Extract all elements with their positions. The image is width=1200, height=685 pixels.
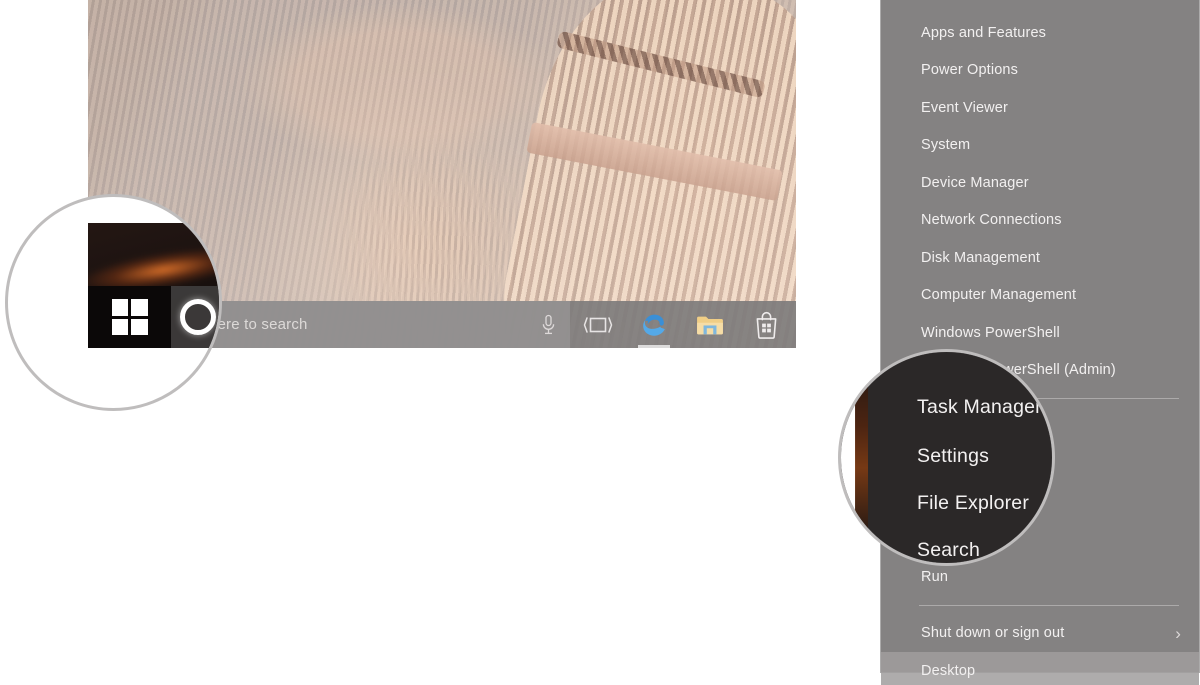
magnified-left-gutter	[841, 352, 856, 563]
microphone-icon	[542, 314, 554, 334]
magnified-menu-item-task-manager[interactable]: Task Manager	[917, 396, 1042, 419]
microphone-button[interactable]	[526, 301, 570, 348]
menu-item-label: Apps and Features	[921, 24, 1047, 41]
magnified-menu-item-search[interactable]: Search	[917, 539, 980, 562]
menu-item-power-options[interactable]: Power Options	[881, 52, 1199, 90]
chevron-right-icon: ›	[1175, 623, 1181, 643]
menu-items-magnifier: Task Manager Settings File Explorer Sear…	[838, 349, 1055, 566]
magnified-menu-item-file-explorer[interactable]: File Explorer	[917, 492, 1029, 515]
menu-item-event-viewer[interactable]: Event Viewer	[881, 89, 1199, 127]
store-bag-icon	[756, 311, 776, 339]
menu-item-label: Disk Management	[921, 249, 1041, 266]
magnified-taskbar-crop	[88, 223, 219, 348]
menu-item-label: Event Viewer	[921, 99, 1008, 116]
menu-item-system[interactable]: System	[881, 127, 1199, 165]
menu-item-label: System	[921, 137, 971, 154]
menu-item-apps-and-features[interactable]: Apps and Features	[881, 14, 1199, 52]
start-context-menu: Apps and Features Power Options Event Vi…	[880, 0, 1200, 685]
start-button-magnifier	[5, 194, 222, 411]
magnified-wallpaper-strip	[855, 352, 868, 563]
magnified-cortana-button[interactable]	[171, 286, 219, 348]
microsoft-store-button[interactable]	[738, 301, 794, 348]
magnified-menu-item-settings[interactable]: Settings	[917, 445, 989, 468]
menu-item-label: Shut down or sign out	[921, 625, 1065, 642]
menu-item-device-manager[interactable]: Device Manager	[881, 164, 1199, 202]
file-explorer-button[interactable]	[682, 301, 738, 348]
menu-item-label: Network Connections	[921, 212, 1062, 229]
cortana-circle-icon	[180, 299, 216, 335]
folder-icon	[697, 316, 723, 334]
menu-item-label: Power Options	[921, 62, 1019, 79]
menu-separator-bottom	[919, 604, 1179, 606]
search-input[interactable]: e here to search	[180, 301, 526, 348]
edge-icon	[643, 314, 665, 336]
menu-item-label: Computer Management	[921, 287, 1077, 304]
microsoft-edge-button[interactable]	[626, 301, 682, 348]
menu-item-windows-powershell[interactable]: Windows PowerShell	[881, 314, 1199, 352]
screenshot-canvas: Start Cortana e here to search	[0, 0, 1200, 685]
menu-item-network-connections[interactable]: Network Connections	[881, 202, 1199, 240]
menu-item-label: Windows PowerShell	[921, 324, 1060, 341]
menu-item-label: Run	[921, 568, 949, 585]
task-view-icon	[583, 316, 613, 333]
menu-item-shut-down-or-sign-out[interactable]: Shut down or sign out ›	[881, 615, 1199, 653]
menu-item-desktop[interactable]: Desktop	[881, 652, 1199, 685]
menu-item-label: Device Manager	[921, 174, 1029, 191]
magnified-start-button[interactable]	[88, 286, 171, 348]
menu-item-computer-management[interactable]: Computer Management	[881, 277, 1199, 315]
menu-item-label: Desktop	[921, 662, 976, 679]
menu-item-disk-management[interactable]: Disk Management	[881, 239, 1199, 277]
taskbar-app-buttons	[570, 301, 796, 348]
task-view-button[interactable]	[570, 301, 626, 348]
windows-logo-icon	[111, 299, 148, 335]
